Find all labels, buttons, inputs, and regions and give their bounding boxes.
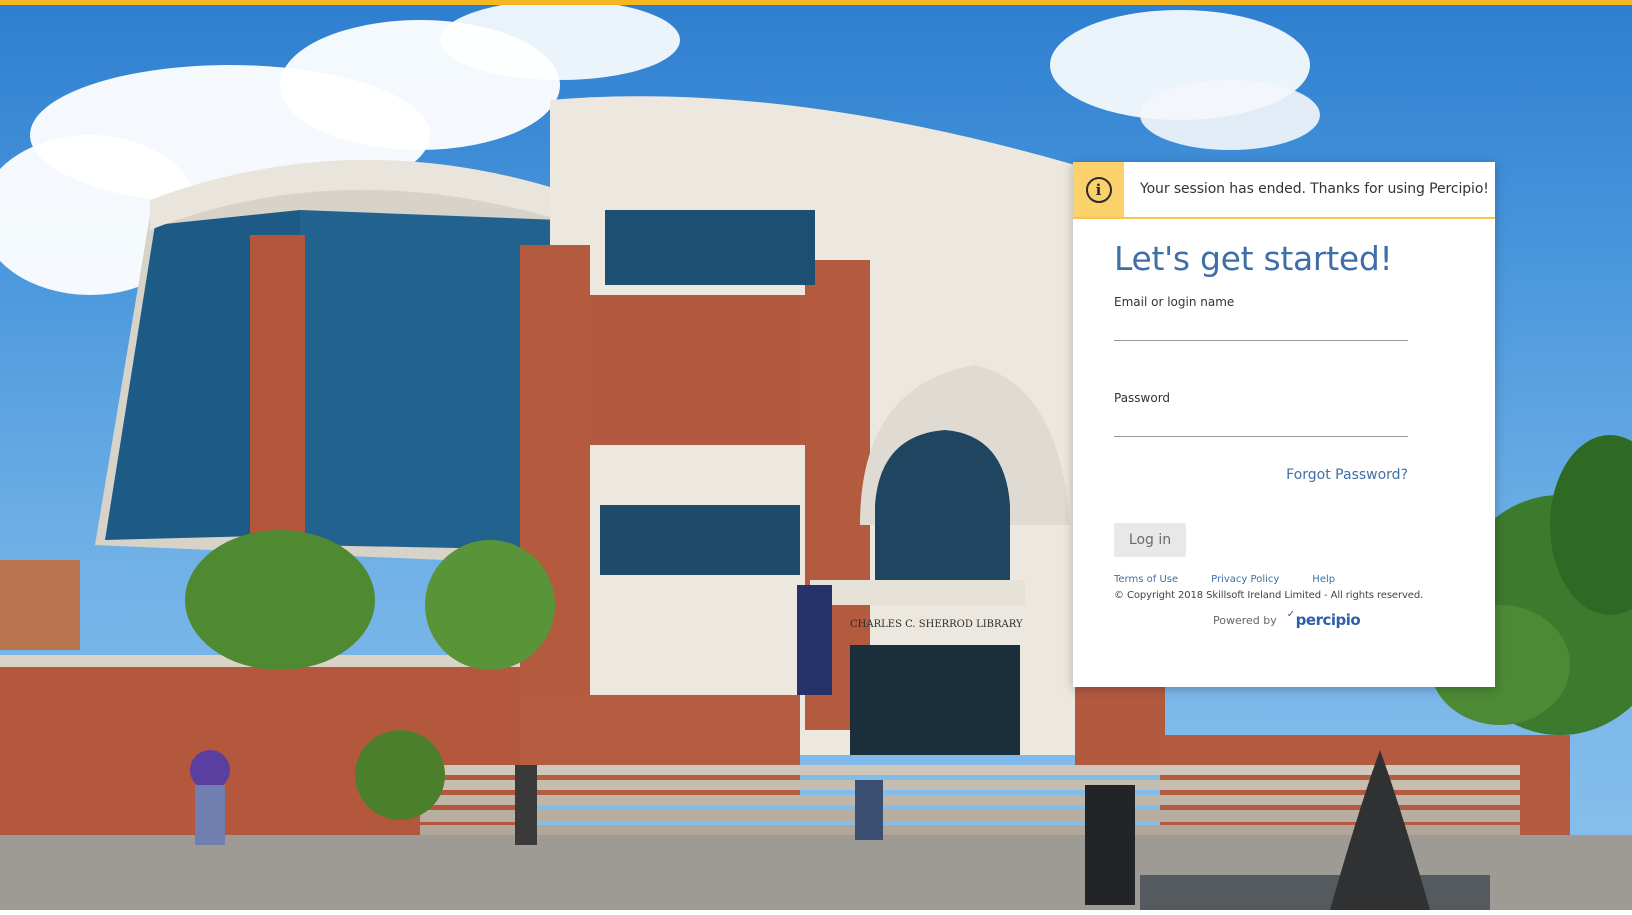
banner-message: Your session has ended. Thanks for using… [1140,181,1489,197]
page-title: Let's get started! [1114,239,1393,278]
privacy-policy-link[interactable]: Privacy Policy [1211,574,1279,585]
percipio-check-icon: ✓ [1286,609,1295,620]
session-ended-banner: i Your session has ended. Thanks for usi… [1073,162,1495,219]
powered-by-text: Powered by [1213,613,1277,627]
footer-links: Terms of Use Privacy Policy Help [1114,574,1335,585]
password-field[interactable] [1114,411,1408,437]
percipio-logo: ✓ percipio [1286,609,1361,629]
login-card: i Your session has ended. Thanks for usi… [1073,162,1495,687]
powered-by: Powered by ✓ percipio [1213,609,1361,629]
email-field[interactable] [1114,315,1408,341]
help-link[interactable]: Help [1312,574,1335,585]
terms-of-use-link[interactable]: Terms of Use [1114,574,1178,585]
email-label: Email or login name [1114,295,1235,309]
forgot-password-link[interactable]: Forgot Password? [1286,467,1408,483]
password-label: Password [1114,391,1171,405]
login-button[interactable]: Log in [1114,523,1186,557]
percipio-logo-text: percipio [1295,611,1361,629]
copyright-text: © Copyright 2018 Skillsoft Ireland Limit… [1114,590,1424,601]
info-icon: i [1085,176,1112,203]
banner-icon-box: i [1073,162,1124,217]
library-sign-text: CHARLES C. SHERROD LIBRARY [850,619,1023,630]
bottom-bar [0,910,1632,915]
